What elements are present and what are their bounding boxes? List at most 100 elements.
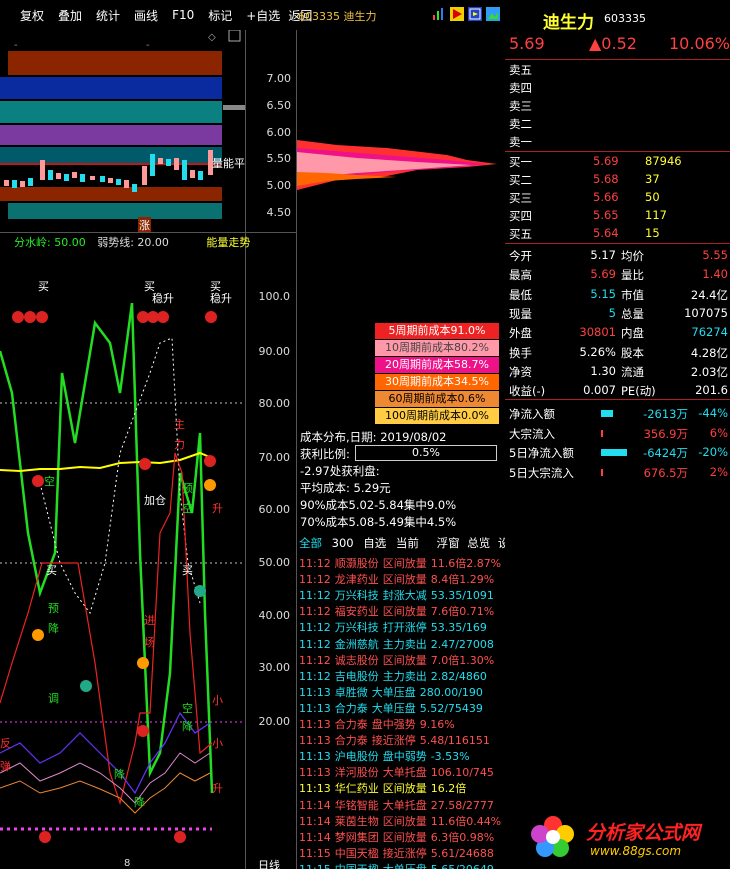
signal-sheng: 升 <box>212 502 223 515</box>
stat-v2: 24.4亿 <box>690 287 728 302</box>
feed-value: -3.53% <box>430 750 470 764</box>
bid-row[interactable]: 买四 5.65 117 <box>505 206 730 225</box>
menu-fuquan[interactable]: 复权 <box>20 7 44 24</box>
feed-event: 区间放量 <box>382 782 427 796</box>
avg-cost-label: 平均成本: 5.29元 <box>300 481 391 495</box>
bid-label: 买四 <box>509 209 532 223</box>
ask-label: 卖三 <box>509 99 532 113</box>
candlestick-chart[interactable]: - - ◇ <box>0 29 245 235</box>
feed-row[interactable]: 11:12 金洲慈航 主力卖出 2.47/27008 <box>299 636 498 652</box>
menu-add-watchlist[interactable]: +自选 <box>246 7 280 24</box>
ask-row[interactable]: 卖一 <box>505 132 730 151</box>
feed-value: 2.47/27008 <box>430 637 494 651</box>
feed-row[interactable]: 11:12 龙津药业 区间放量 8.4倍1.29% <box>299 571 498 587</box>
candle <box>108 178 113 183</box>
feed-row[interactable]: 11:12 万兴科技 打开涨停 53.35/169 <box>299 619 491 635</box>
profit-at-label: -2.97处获利盘: <box>300 464 380 478</box>
bid-label: 买五 <box>509 227 532 241</box>
stat-v2: 1.40 <box>702 267 728 282</box>
bid-row[interactable]: 买五 5.64 15 <box>505 224 730 243</box>
period-label[interactable]: 日线 <box>258 857 280 869</box>
feed-time: 11:13 <box>299 701 331 715</box>
menu-huaxian[interactable]: 画线 <box>134 7 158 24</box>
feed-row[interactable]: 11:14 梦网集团 区间放量 6.3倍0.98% <box>299 829 498 845</box>
bid-label: 买一 <box>509 155 532 169</box>
profit-value-box[interactable]: 0.5% <box>355 445 497 461</box>
flag-icon[interactable] <box>450 7 464 21</box>
feed-row[interactable]: 11:13 沪电股份 盘中弱势 -3.53% <box>299 748 474 764</box>
feed-tab-watchlist[interactable]: 自选 <box>363 536 386 550</box>
cost-period-row: 100周期前成本0.0% <box>375 408 499 424</box>
feed-row[interactable]: 11:15 中国天楹 接近涨停 5.61/24688 <box>299 845 498 861</box>
ask-row[interactable]: 卖三 <box>505 96 730 115</box>
candle <box>116 179 121 185</box>
feed-row[interactable]: 11:12 吉电股份 主力卖出 2.82/4860 <box>299 668 491 684</box>
signal-badge-icon <box>205 311 217 323</box>
candle <box>166 159 171 166</box>
signal-mai: 买 <box>182 564 193 577</box>
feed-row[interactable]: 11:12 福安药业 区间放量 7.6倍0.71% <box>299 603 498 619</box>
axis-tick: 20.00 <box>258 715 291 728</box>
feed-value: 2.82/4860 <box>430 669 487 683</box>
ask-row[interactable]: 卖五 <box>505 60 730 79</box>
feed-stock: 华仁药业 <box>334 782 379 796</box>
feed-row[interactable]: 11:13 合力泰 盘中强势 9.16% <box>299 716 459 732</box>
feed-value: 16.2倍 <box>430 782 467 796</box>
flow-pct: -44% <box>698 406 728 420</box>
signal-sheng: 升 <box>212 782 223 795</box>
menu-diejia[interactable]: 叠加 <box>58 7 82 24</box>
stat-v1: 5.69 <box>590 267 616 282</box>
feed-time: 11:12 <box>299 605 331 619</box>
feed-time: 11:15 <box>299 863 331 869</box>
bid-vol: 37 <box>645 172 660 186</box>
feed-time: 11:12 <box>299 653 331 667</box>
bid-price: 5.66 <box>593 190 619 204</box>
window-icon[interactable] <box>468 7 482 21</box>
quote-panel: 迪生力 603335 5.69 ▲0.52 10.06% 卖五 卖四 卖三 卖二 卖一 … <box>505 0 730 869</box>
stat-row: 收益(-) 0.007 PE(动) 201.6 <box>505 381 730 400</box>
menu-tongji[interactable]: 统计 <box>96 7 120 24</box>
market-alert-feed[interactable]: 全部 300 自选 当前 浮窗 总览 设置 11:12顺灏股份区间放量11.6倍… <box>297 535 521 869</box>
bid-row[interactable]: 买一 5.69 87946 <box>505 152 730 171</box>
feed-stock: 中国天楹 <box>334 846 379 860</box>
feed-row[interactable]: 11:12 万兴科技 封涨大减 53.35/1091 <box>299 587 498 603</box>
feed-stock: 梦网集团 <box>334 830 379 844</box>
price-tick: 6.50 <box>266 99 292 112</box>
bid-label: 买二 <box>509 173 532 187</box>
picture-icon[interactable] <box>486 7 500 21</box>
menu-biaoji[interactable]: 标记 <box>208 7 232 24</box>
menu-f10[interactable]: F10 <box>172 8 194 22</box>
candle <box>190 170 195 178</box>
feed-row[interactable]: 11:15 中国天楹大单压盘 5.65/20649 <box>299 861 498 869</box>
stat-row: 现量 5 总量 107075 <box>505 304 730 323</box>
feed-tab-all[interactable]: 全部 <box>299 536 322 550</box>
ask-row[interactable]: 卖二 <box>505 114 730 133</box>
flow-label: 净流入额 <box>509 407 555 421</box>
feed-row[interactable]: 11:14 莱茵生物 区间放量 11.6倍0.44% <box>299 813 505 829</box>
feed-row[interactable]: 11:13 华仁药业 区间放量 16.2倍 <box>299 780 470 796</box>
feed-tab-current[interactable]: 当前 <box>396 536 419 550</box>
feed-row[interactable]: 11:13 合力泰 接近涨停 5.48/116151 <box>299 732 494 748</box>
feed-row[interactable]: 11:12 诚志股份 区间放量 7.0倍1.30% <box>299 652 498 668</box>
feed-row[interactable]: 11:12 顺灏股份 区间放量 11.6倍2.87% <box>299 555 505 571</box>
feed-row[interactable]: 11:14 华铭智能 大单托盘 27.58/2777 <box>299 797 498 813</box>
feed-tab-300[interactable]: 300 <box>332 536 354 550</box>
candle <box>100 176 105 182</box>
feed-row[interactable]: 11:13 洋河股份 大单托盘 106.10/745 <box>299 764 498 780</box>
bid-row[interactable]: 买二 5.68 37 <box>505 170 730 189</box>
feed-tab-float[interactable]: 浮窗 <box>437 536 460 550</box>
feed-row[interactable]: 11:13 卓胜微 大单压盘 280.00/190 <box>299 684 487 700</box>
feed-stock: 万兴科技 <box>334 589 379 603</box>
stat-v2: 2.03亿 <box>690 364 728 379</box>
bar-chart-icon[interactable] <box>432 7 446 21</box>
feed-event: 主力卖出 <box>382 637 427 651</box>
bid-row[interactable]: 买三 5.66 50 <box>505 188 730 207</box>
flow-bar <box>601 468 603 476</box>
signal-li: 力 <box>174 438 185 451</box>
flow-row: 5日大宗流入 676.5万 2% <box>505 463 730 482</box>
feed-tab-overview[interactable]: 总览 <box>467 536 490 550</box>
feed-row[interactable]: 11:13 合力泰 大单压盘 5.52/75439 <box>299 700 487 716</box>
ask-row[interactable]: 卖四 <box>505 78 730 97</box>
feed-stock: 合力泰 <box>334 718 368 731</box>
axis-tick: 90.00 <box>258 345 291 358</box>
